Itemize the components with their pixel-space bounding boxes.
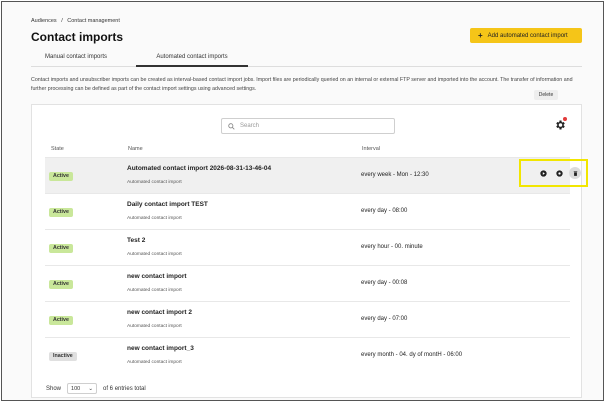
status-badge: Inactive xyxy=(49,352,77,361)
import-type: Automated contact import xyxy=(127,324,182,329)
add-automated-import-button[interactable]: + Add automated contact import xyxy=(470,28,582,43)
table-row[interactable]: Active new contact import Automated cont… xyxy=(45,265,570,301)
import-type: Automated contact import xyxy=(127,252,182,257)
import-type: Automated contact import xyxy=(127,360,182,365)
import-name[interactable]: new contact import xyxy=(127,273,187,280)
breadcrumb-audiences[interactable]: Audiences xyxy=(31,18,57,24)
delete-button[interactable] xyxy=(569,167,581,179)
search-icon xyxy=(228,122,235,130)
cog-icon xyxy=(555,169,563,177)
search-placeholder: Search xyxy=(240,123,260,129)
show-label: Show xyxy=(46,385,62,392)
import-interval: every week - Mon - 12:30 xyxy=(361,172,429,178)
table-row[interactable]: Active Automated contact import 2026-08-… xyxy=(45,157,588,193)
import-interval: every day - 07:00 xyxy=(361,316,408,322)
tab-manual-imports[interactable]: Manual contact imports xyxy=(45,54,107,67)
table-row[interactable]: Active Test 2 Automated contact import e… xyxy=(45,229,570,265)
chevron-down-icon: ⌄ xyxy=(88,385,94,392)
notification-dot xyxy=(563,117,567,121)
column-header-name[interactable]: Name xyxy=(128,146,143,152)
import-type: Automated contact import xyxy=(127,180,182,185)
breadcrumb: Audiences / Contact management xyxy=(31,18,123,24)
status-badge: Active xyxy=(49,280,73,289)
trash-icon xyxy=(573,170,577,176)
page-size-select[interactable]: 100 ⌄ xyxy=(67,383,98,394)
import-name[interactable]: Test 2 xyxy=(127,237,145,244)
breadcrumb-contact-management[interactable]: Contact management xyxy=(67,18,120,24)
plus-icon: + xyxy=(478,30,483,40)
import-interval: every day - 08:00 xyxy=(361,208,408,214)
import-type: Automated contact import xyxy=(127,216,182,221)
imports-table-card: Search State Name Interval Active Automa… xyxy=(31,104,588,398)
page-size-value: 100 xyxy=(71,385,81,392)
import-interval: every day - 00:08 xyxy=(361,280,408,286)
app-window: Audiences / Contact management Contact i… xyxy=(1,1,604,401)
row-actions-highlight xyxy=(519,159,588,187)
page-description: Contact imports and unsubscriber imports… xyxy=(31,77,573,92)
status-badge: Active xyxy=(49,208,73,217)
import-name[interactable]: new contact import 2 xyxy=(127,309,192,316)
settings-button[interactable] xyxy=(553,167,565,179)
breadcrumb-separator: / xyxy=(61,18,63,24)
tab-automated-imports[interactable]: Automated contact imports xyxy=(136,54,248,67)
import-name[interactable]: Daily contact import TEST xyxy=(127,201,208,208)
import-interval: every month - 04. dy of montH - 06:00 xyxy=(361,352,463,358)
status-badge: Active xyxy=(49,244,73,253)
tab-bar: Manual contact imports Automated contact… xyxy=(31,54,582,67)
table-row[interactable]: Active new contact import 2 Automated co… xyxy=(45,301,570,337)
delete-tooltip: Delete xyxy=(534,90,558,100)
table-row[interactable]: Active Daily contact import TEST Automat… xyxy=(45,193,570,229)
column-header-interval[interactable]: Interval xyxy=(362,146,380,152)
import-type: Automated contact import xyxy=(127,288,182,293)
column-header-state[interactable]: State xyxy=(51,146,64,152)
status-badge: Active xyxy=(49,316,73,325)
add-button-label: Add automated contact import xyxy=(487,32,568,39)
import-name[interactable]: new contact import_3 xyxy=(127,345,194,352)
play-icon xyxy=(539,169,547,177)
table-row[interactable]: Inactive new contact import_3 Automated … xyxy=(45,337,570,373)
status-badge: Active xyxy=(49,172,73,181)
import-interval: every hour - 00. minute xyxy=(361,244,423,250)
import-name[interactable]: Automated contact import 2026-08-31-13-4… xyxy=(127,165,271,172)
page-title: Contact imports xyxy=(31,30,124,44)
search-box[interactable]: Search xyxy=(221,118,395,134)
play-button[interactable] xyxy=(537,167,549,179)
entries-total: of 6 entries total xyxy=(103,385,146,392)
table-footer: Show 100 ⌄ of 6 entries total xyxy=(46,383,146,394)
